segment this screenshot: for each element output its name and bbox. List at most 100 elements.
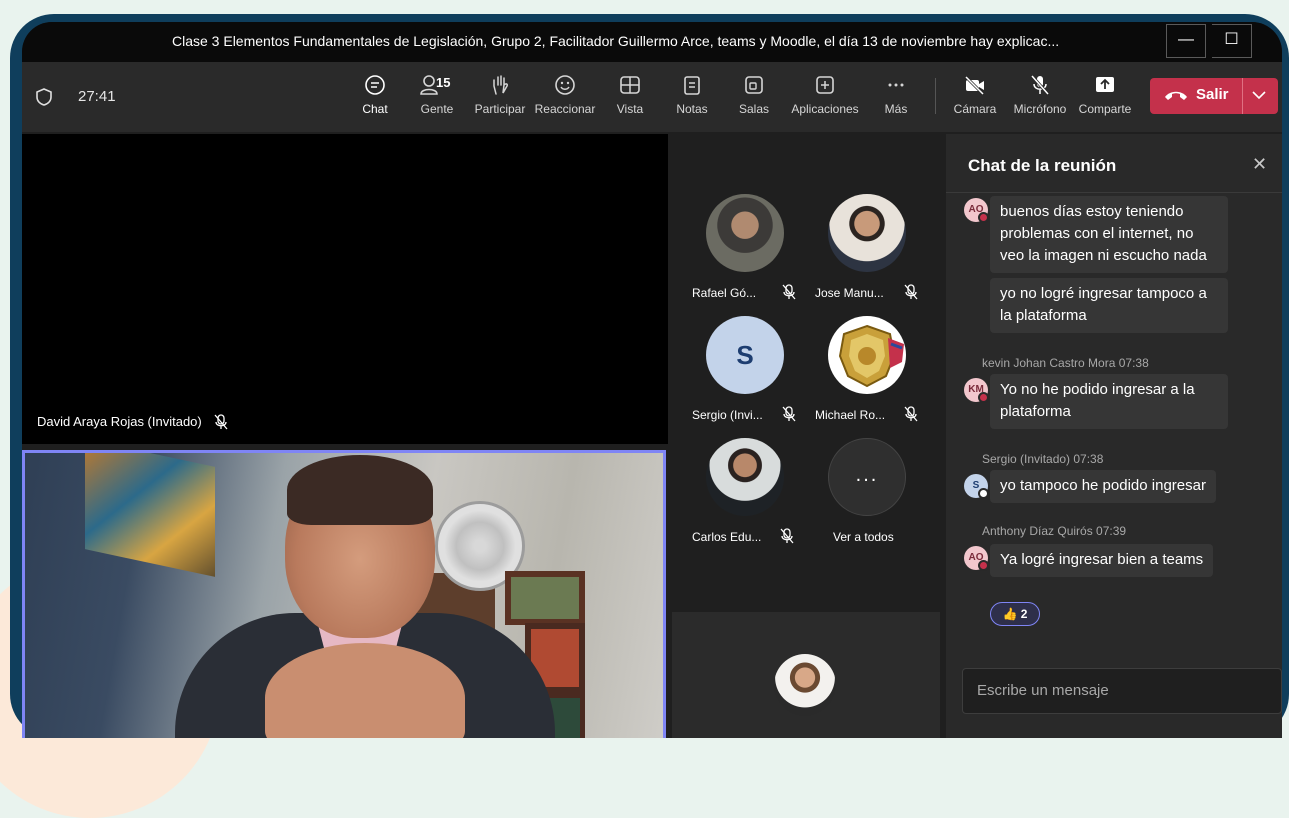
chat-title: Chat de la reunión	[968, 156, 1116, 176]
window-title: Clase 3 Elementos Fundamentales de Legis…	[172, 33, 1059, 49]
message-meta: kevin Johan Castro Mora 07:38	[982, 356, 1149, 370]
more-button[interactable]: Más	[880, 74, 912, 128]
chevron-down-icon[interactable]	[1250, 86, 1268, 104]
participant-tile[interactable]: Jose Manu...	[812, 194, 922, 304]
chat-message[interactable]: yo no logré ingresar tampoco a la plataf…	[990, 278, 1228, 333]
toolbar-separator	[935, 78, 936, 114]
avatar	[828, 316, 906, 394]
mic-off-icon	[904, 284, 918, 300]
see-all-button[interactable]: ... Ver a todos	[812, 438, 922, 548]
camera-label: Cámara	[952, 102, 998, 116]
avatar: S	[964, 474, 988, 498]
chat-icon	[364, 74, 386, 96]
presence-busy-icon	[978, 212, 989, 223]
participant-tile[interactable]: Carlos Edu...	[690, 438, 800, 548]
meeting-chat-panel: Chat de la reunión ✕ AO buenos días esto…	[946, 134, 1282, 738]
mic-off-icon	[904, 406, 918, 422]
message-meta: Anthony Díaz Quirós 07:39	[982, 524, 1126, 538]
chat-message[interactable]: yo tampoco he podido ingresar	[990, 470, 1216, 503]
apps-label: Aplicaciones	[790, 102, 860, 116]
camera-off-icon	[964, 74, 986, 96]
minimize-button[interactable]: —	[1166, 24, 1206, 58]
leave-label: Salir	[1196, 86, 1229, 103]
avatar	[828, 194, 906, 272]
raise-hand-button[interactable]: Participar	[472, 74, 528, 128]
teams-meeting-window: Clase 3 Elementos Fundamentales de Legis…	[22, 22, 1282, 738]
close-icon[interactable]: ✕	[1252, 154, 1267, 175]
participant-gallery: Rafael Gó... Jose Manu... S Sergio (Invi…	[670, 134, 940, 610]
participant-name: Michael Ro...	[815, 408, 885, 422]
participant-tile[interactable]: Rafael Gó...	[690, 194, 800, 304]
more-icon	[885, 74, 907, 96]
police-badge-logo	[828, 316, 906, 394]
share-button[interactable]: Comparte	[1076, 74, 1134, 128]
picture-frame	[505, 571, 585, 625]
participant-name: Carlos Edu...	[692, 530, 761, 544]
presence-busy-icon	[978, 560, 989, 571]
react-button[interactable]: Reaccionar	[534, 74, 596, 128]
apps-icon	[814, 74, 836, 96]
people-count: 15	[436, 75, 450, 90]
avatar	[774, 654, 836, 716]
avatar: S	[706, 316, 784, 394]
participant-name-label: David Araya Rojas (Invitado)	[37, 414, 202, 429]
participant-name: Sergio (Invi...	[692, 408, 763, 422]
view-icon	[619, 74, 641, 96]
message-input[interactable]	[977, 682, 1267, 699]
avatar: KM	[964, 378, 988, 402]
mic-off-icon	[1029, 74, 1051, 96]
react-label: Reaccionar	[534, 102, 596, 116]
video-tile-presenter[interactable]	[22, 450, 666, 738]
see-all-label: Ver a todos	[833, 530, 894, 544]
thumbs-up-icon: 👍	[1003, 607, 1018, 621]
self-video-tile[interactable]	[672, 612, 940, 738]
chat-message[interactable]: Yo no he podido ingresar a la plataforma	[990, 374, 1228, 429]
microphone-label: Micrófono	[1010, 102, 1070, 116]
notes-button[interactable]: Notas	[672, 74, 712, 128]
raise-hand-icon	[489, 74, 511, 96]
meeting-timer: 27:41	[78, 88, 116, 105]
presenter-hair	[287, 455, 433, 525]
participant-tile[interactable]: Michael Ro...	[812, 316, 922, 426]
rooms-label: Salas	[734, 102, 774, 116]
mic-off-icon	[214, 414, 228, 430]
maximize-button[interactable]: ☐	[1212, 24, 1252, 58]
presence-busy-icon	[978, 392, 989, 403]
participant-tile[interactable]: S Sergio (Invi...	[690, 316, 800, 426]
rooms-button[interactable]: Salas	[734, 74, 774, 128]
reaction-count: 2	[1021, 607, 1028, 621]
notes-label: Notas	[672, 102, 712, 116]
more-label: Más	[880, 102, 912, 116]
view-button[interactable]: Vista	[612, 74, 648, 128]
divider	[946, 192, 1282, 193]
shield-icon	[36, 88, 52, 106]
message-meta: Sergio (Invitado) 07:38	[982, 452, 1103, 466]
microphone-button[interactable]: Micrófono	[1010, 74, 1070, 128]
chat-message[interactable]: buenos días estoy teniendo problemas con…	[990, 196, 1228, 273]
camera-button[interactable]: Cámara	[952, 74, 998, 128]
message-compose-box[interactable]	[962, 668, 1282, 714]
more-icon: ...	[828, 438, 906, 516]
chat-button[interactable]: Chat	[354, 74, 396, 128]
leave-divider	[1242, 78, 1243, 114]
chat-label: Chat	[354, 102, 396, 116]
leave-button[interactable]: Salir	[1150, 78, 1278, 114]
apps-button[interactable]: Aplicaciones	[790, 74, 860, 128]
avatar: AO	[964, 546, 988, 570]
share-label: Comparte	[1076, 102, 1134, 116]
view-label: Vista	[612, 102, 648, 116]
raise-hand-label: Participar	[472, 102, 528, 116]
reaction-badge[interactable]: 👍 2	[990, 602, 1040, 626]
rooms-icon	[743, 74, 765, 96]
people-button[interactable]: 15 Gente	[414, 74, 460, 128]
smiley-icon	[554, 74, 576, 96]
presence-offline-icon	[978, 488, 989, 499]
meeting-toolbar: 27:41 Chat 15 Gente Par	[22, 62, 1282, 132]
avatar	[706, 438, 784, 516]
chat-message[interactable]: Ya logré ingresar bien a teams	[990, 544, 1213, 577]
title-bar: Clase 3 Elementos Fundamentales de Legis…	[22, 22, 1282, 62]
people-label: Gente	[414, 102, 460, 116]
participant-name: Rafael Gó...	[692, 286, 756, 300]
hang-up-icon	[1164, 89, 1188, 101]
video-tile-top[interactable]	[22, 134, 668, 444]
